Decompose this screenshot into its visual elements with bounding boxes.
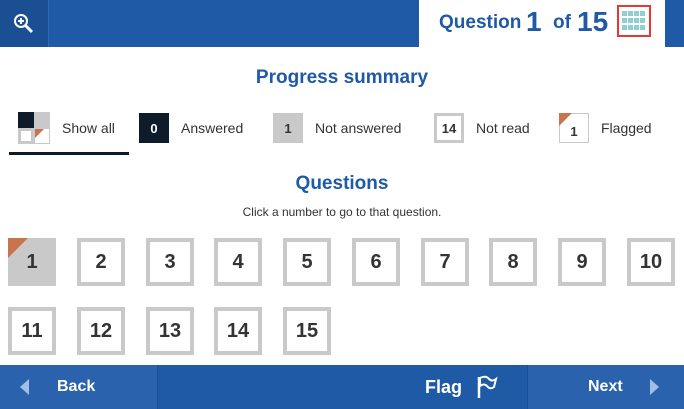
next-label: Next (588, 378, 623, 395)
question-button-5[interactable]: 5 (283, 238, 331, 286)
question-number: 9 (576, 250, 588, 273)
question-button-1[interactable]: 1 (8, 238, 56, 286)
question-number: 13 (158, 319, 182, 342)
question-number: 7 (439, 250, 451, 273)
flag-label: Flag (424, 376, 462, 397)
flagged-label: Flagged (601, 120, 652, 136)
questions-instruction: Click a number to go to that question. (242, 205, 442, 219)
flag-button[interactable]: Flag (158, 365, 526, 409)
questions-title: Questions (295, 173, 389, 194)
question-button-13[interactable]: 13 (146, 307, 194, 355)
question-button-8[interactable]: 8 (489, 238, 537, 286)
not-answered-label: Not answered (315, 120, 402, 136)
zoom-in-button[interactable] (0, 0, 49, 47)
flagged-count-badge: 1 (559, 113, 589, 143)
answered-count-badge: 0 (139, 113, 169, 143)
question-button-4[interactable]: 4 (214, 238, 262, 286)
answered-label: Answered (181, 120, 244, 136)
question-button-9[interactable]: 9 (558, 238, 606, 286)
back-label: Back (57, 378, 96, 395)
chevron-right-icon (649, 379, 659, 395)
active-filter-underline (9, 152, 129, 155)
question-number: 4 (232, 250, 244, 273)
question-number: 1 (26, 250, 38, 273)
question-number: 12 (89, 319, 113, 342)
question-button-14[interactable]: 14 (214, 307, 262, 355)
question-number: 2 (95, 250, 107, 273)
question-number: 8 (507, 250, 519, 273)
filter-answered[interactable]: 0 Answered (139, 108, 243, 148)
question-number: 5 (301, 250, 313, 273)
current-question-number: 1 (526, 6, 542, 37)
back-button[interactable]: Back (0, 365, 158, 409)
show-all-icon (18, 112, 50, 144)
question-number: 14 (226, 319, 250, 342)
flag-corner-icon (559, 113, 572, 126)
question-button-3[interactable]: 3 (146, 238, 194, 286)
question-button-10[interactable]: 10 (627, 238, 675, 286)
filter-not-read[interactable]: 14 Not read (434, 108, 530, 148)
chevron-left-icon (20, 379, 29, 395)
question-button-7[interactable]: 7 (421, 238, 469, 286)
total-questions: 15 (577, 6, 609, 37)
flag-icon (477, 375, 498, 398)
question-grid-button[interactable] (617, 5, 651, 37)
not-read-count-badge: 14 (434, 113, 464, 143)
question-word: Question (439, 12, 522, 33)
question-counter: Question 1 of 15 (419, 0, 665, 58)
bottom-nav-bar: Back Flag Next (0, 365, 684, 409)
grid-icon (622, 11, 645, 30)
progress-legend: Show all 0 Answered 1 Not answered 14 No… (0, 108, 684, 156)
of-word: of (553, 12, 571, 33)
question-number: 10 (639, 250, 663, 273)
filter-flagged[interactable]: 1 Flagged (559, 108, 652, 148)
question-button-6[interactable]: 6 (352, 238, 400, 286)
filter-not-answered[interactable]: 1 Not answered (273, 108, 401, 148)
next-button[interactable]: Next (527, 365, 684, 409)
progress-summary-title: Progress summary (255, 67, 429, 88)
question-button-15[interactable]: 15 (283, 307, 331, 355)
question-number: 11 (21, 319, 43, 342)
question-number: 15 (295, 319, 319, 342)
top-bar: Question 1 of 15 (0, 0, 684, 58)
flag-corner-icon (8, 238, 28, 258)
question-number: 6 (370, 250, 382, 273)
question-number: 3 (164, 250, 176, 273)
question-button-2[interactable]: 2 (77, 238, 125, 286)
not-read-label: Not read (476, 120, 530, 136)
question-button-11[interactable]: 11 (8, 307, 56, 355)
question-button-12[interactable]: 12 (77, 307, 125, 355)
zoom-in-icon (14, 13, 34, 33)
show-all-label: Show all (62, 120, 115, 136)
filter-show-all[interactable]: Show all (18, 108, 115, 148)
not-answered-count-badge: 1 (273, 113, 303, 143)
